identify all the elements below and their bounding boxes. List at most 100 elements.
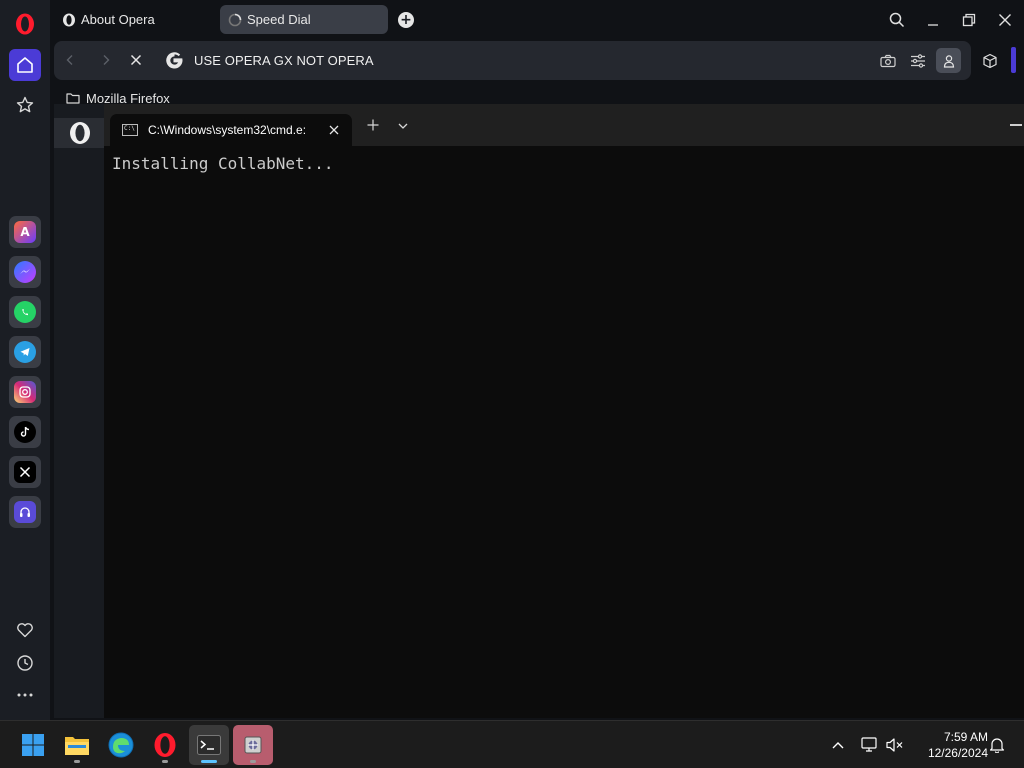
google-icon bbox=[166, 52, 183, 69]
sidebar-whatsapp-button[interactable] bbox=[9, 296, 41, 328]
forward-button[interactable] bbox=[96, 50, 116, 70]
stop-loading-button[interactable] bbox=[126, 50, 146, 70]
sidebar-accent-indicator bbox=[1011, 47, 1016, 73]
tab-about-opera[interactable]: About Opera bbox=[54, 5, 214, 34]
start-button[interactable] bbox=[13, 725, 53, 765]
profile-button[interactable] bbox=[936, 48, 961, 73]
restore-icon bbox=[962, 13, 976, 27]
sidebar-history-button[interactable] bbox=[9, 647, 41, 679]
x-icon bbox=[14, 461, 36, 483]
close-icon bbox=[329, 125, 339, 135]
running-indicator bbox=[250, 760, 256, 763]
opera-icon bbox=[154, 733, 176, 757]
command-prompt-icon: C:\ bbox=[122, 124, 138, 136]
chevron-up-icon bbox=[832, 742, 844, 749]
search-tabs-button[interactable] bbox=[885, 8, 909, 32]
easy-setup-button[interactable] bbox=[908, 51, 928, 71]
sidebar-pinboards-button[interactable] bbox=[9, 614, 41, 646]
music-player-icon bbox=[14, 501, 36, 523]
terminal-new-tab-button[interactable] bbox=[366, 118, 380, 132]
sidebar-music-player-button[interactable] bbox=[9, 496, 41, 528]
plus-icon: + bbox=[400, 12, 412, 28]
terminal-tab-cmd[interactable]: C:\ C:\Windows\system32\cmd.e: bbox=[110, 114, 352, 146]
sidebar-tiktok-button[interactable] bbox=[9, 416, 41, 448]
tab-label: Speed Dial bbox=[247, 12, 311, 27]
address-bar-text[interactable]: USE OPERA GX NOT OPERA bbox=[194, 53, 374, 68]
clock-date: 12/26/2024 bbox=[927, 746, 988, 760]
sidebar-speed-dial-button[interactable] bbox=[9, 89, 41, 121]
close-icon bbox=[130, 54, 142, 66]
opera-sidebar: A bbox=[0, 0, 50, 720]
windows-taskbar: 7:59 AM 12/26/2024 bbox=[0, 720, 1024, 768]
installer-icon bbox=[244, 736, 262, 754]
notifications-button[interactable] bbox=[987, 735, 1007, 755]
heart-icon bbox=[17, 623, 33, 638]
opera-favicon-icon bbox=[63, 13, 75, 26]
sidebar-more-button[interactable] bbox=[9, 679, 41, 711]
back-button[interactable] bbox=[60, 50, 80, 70]
taskbar-terminal[interactable] bbox=[189, 725, 229, 765]
taskbar-opera[interactable] bbox=[145, 725, 185, 765]
more-icon bbox=[17, 693, 33, 697]
instagram-icon bbox=[14, 381, 36, 403]
taskbar-edge[interactable] bbox=[101, 725, 141, 765]
edge-icon bbox=[108, 732, 134, 758]
restore-button[interactable] bbox=[957, 8, 981, 32]
windows-start-icon bbox=[22, 734, 44, 756]
network-tray-button[interactable] bbox=[860, 735, 880, 755]
home-icon bbox=[17, 57, 33, 73]
terminal-icon bbox=[197, 735, 221, 755]
opera-logo-icon bbox=[70, 122, 90, 144]
sidebar-home-button[interactable] bbox=[9, 49, 41, 81]
clock-time: 7:59 AM bbox=[943, 730, 988, 744]
minimize-icon bbox=[928, 24, 938, 26]
taskbar-file-explorer[interactable] bbox=[57, 725, 97, 765]
show-hidden-icons-button[interactable] bbox=[828, 735, 848, 755]
back-arrow-icon bbox=[66, 55, 73, 65]
folder-icon bbox=[66, 93, 80, 104]
terminal-tab-title: C:\Windows\system32\cmd.e: bbox=[148, 123, 307, 137]
forward-arrow-icon bbox=[103, 55, 110, 65]
running-indicator bbox=[162, 760, 168, 763]
sidebar-aria-button[interactable]: A bbox=[9, 216, 41, 248]
tab-strip: About Opera Speed Dial + bbox=[50, 0, 1024, 40]
new-tab-button[interactable]: + bbox=[398, 12, 414, 28]
bell-icon bbox=[989, 738, 1005, 753]
sidebar-telegram-button[interactable] bbox=[9, 336, 41, 368]
tab-label: About Opera bbox=[81, 12, 155, 27]
whatsapp-icon bbox=[14, 301, 36, 323]
history-icon bbox=[17, 655, 33, 671]
extensions-button[interactable] bbox=[977, 48, 1003, 74]
sidebar-instagram-button[interactable] bbox=[9, 376, 41, 408]
terminal-dropdown-button[interactable] bbox=[396, 120, 410, 132]
taskbar-installer[interactable] bbox=[233, 725, 273, 765]
star-icon bbox=[16, 96, 34, 113]
snapshot-button[interactable] bbox=[878, 51, 898, 71]
network-icon bbox=[861, 737, 877, 752]
plus-icon bbox=[367, 119, 379, 131]
volume-tray-button[interactable] bbox=[885, 735, 905, 755]
terminal-minimize-button[interactable] bbox=[1010, 124, 1022, 126]
opera-logo-icon[interactable] bbox=[14, 12, 36, 36]
sidebar-x-button[interactable] bbox=[9, 456, 41, 488]
terminal-output: Installing CollabNet... bbox=[112, 154, 334, 173]
terminal-tab-bar: C:\ C:\Windows\system32\cmd.e: bbox=[104, 104, 1024, 146]
cube-icon bbox=[983, 53, 997, 69]
search-icon bbox=[889, 12, 905, 28]
opera-page-logo bbox=[54, 118, 106, 148]
running-indicator bbox=[74, 760, 80, 763]
chevron-down-icon bbox=[398, 123, 408, 129]
terminal-window[interactable]: C:\ C:\Windows\system32\cmd.e: Installin… bbox=[104, 104, 1024, 718]
address-toolbar: USE OPERA GX NOT OPERA bbox=[54, 41, 971, 80]
settings-sliders-icon bbox=[911, 54, 925, 68]
tab-speed-dial[interactable]: Speed Dial bbox=[220, 5, 388, 34]
sidebar-messenger-button[interactable] bbox=[9, 256, 41, 288]
loading-spinner-icon bbox=[228, 13, 242, 26]
volume-muted-icon bbox=[886, 738, 903, 752]
telegram-icon bbox=[14, 341, 36, 363]
minimize-button[interactable] bbox=[921, 8, 945, 32]
close-terminal-tab-button[interactable] bbox=[326, 122, 342, 138]
taskbar-clock[interactable]: 7:59 AM 12/26/2024 bbox=[914, 729, 988, 761]
messenger-icon bbox=[14, 261, 36, 283]
close-window-button[interactable] bbox=[993, 8, 1017, 32]
